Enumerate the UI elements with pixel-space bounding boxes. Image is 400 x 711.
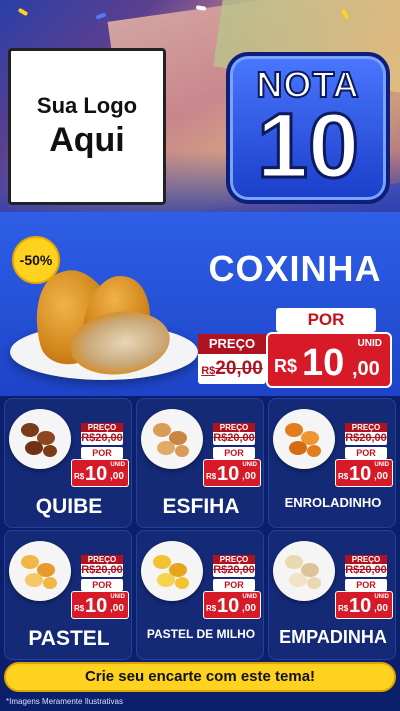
price-decimal: ,00: [242, 471, 256, 482]
confetti-icon: [95, 12, 107, 20]
product-card[interactable]: PREÇO R$20,00 POR UNID R$ 10 ,00 EMPADIN…: [268, 530, 396, 660]
currency-symbol: R$: [206, 472, 217, 481]
cta-banner[interactable]: Crie seu encarte com este tema!: [4, 662, 396, 692]
old-price: R$20,00: [345, 564, 387, 576]
price-tag: UNID R$ 10 ,00: [203, 459, 261, 487]
preco-label: PREÇO: [81, 555, 123, 564]
old-price-box: PREÇO R$20,00: [345, 423, 387, 445]
price-integer: 10: [217, 463, 240, 485]
old-price-box: PREÇO R$20,00: [213, 555, 255, 577]
price-integer: 10: [349, 595, 372, 617]
por-label: POR: [276, 308, 376, 332]
currency-symbol: R$: [206, 604, 217, 613]
unid-label: UNID: [242, 462, 257, 468]
logo-line-1: Sua Logo: [36, 93, 138, 118]
main-price-tag: UNID R$ 10 ,00: [266, 332, 392, 388]
por-label: POR: [345, 447, 387, 459]
product-name: ESFIHA: [162, 495, 240, 518]
pastel-icon: [9, 541, 71, 601]
confetti-icon: [17, 7, 29, 17]
product-card[interactable]: PREÇO R$20,00 POR UNID R$ 10 ,00 PASTEL …: [136, 530, 264, 660]
badge-number: 10: [255, 95, 360, 197]
currency-symbol: R$: [338, 604, 349, 613]
por-label: POR: [345, 579, 387, 591]
old-price-box: PREÇO R$20,00: [345, 555, 387, 577]
logo-line-2: Aqui: [49, 121, 125, 159]
old-price-box: PREÇO R$20,00: [81, 555, 123, 577]
quibe-icon: [9, 409, 71, 469]
unid-label: UNID: [110, 462, 125, 468]
por-label: POR: [81, 447, 123, 459]
discount-badge: -50%: [12, 236, 60, 284]
old-price: R$20,00: [213, 432, 255, 444]
preco-label: PREÇO: [345, 423, 387, 432]
esfiha-icon: [141, 409, 203, 469]
nota-10-badge: NOTA 10: [226, 52, 390, 204]
price-tag: UNID R$ 10 ,00: [71, 459, 129, 487]
preco-label: PREÇO: [198, 334, 266, 354]
preco-label: PREÇO: [213, 555, 255, 564]
preco-label: PREÇO: [81, 423, 123, 432]
pastel-de-milho-icon: [141, 541, 203, 601]
price-integer: 10: [85, 463, 108, 485]
old-price: R$20,00: [345, 432, 387, 444]
unid-label: UNID: [357, 338, 382, 349]
main-offer-panel: -50% COXINHA POR PREÇO R$20,00 UNID R$ 1…: [0, 212, 400, 396]
disclaimer-text: *Imagens Meramente Ilustrativas: [6, 697, 123, 706]
price-decimal: ,00: [110, 471, 124, 482]
por-label: POR: [213, 579, 255, 591]
price-decimal: ,00: [374, 471, 388, 482]
old-price-box: PREÇO R$20,00: [198, 334, 266, 384]
price-tag: UNID R$ 10 ,00: [203, 591, 261, 619]
price-integer: 10: [85, 595, 108, 617]
product-name: PASTEL DE MILHO: [146, 627, 256, 641]
preco-label: PREÇO: [345, 555, 387, 564]
empadinha-icon: [273, 541, 335, 601]
product-name: EMPADINHA: [279, 627, 387, 647]
unid-label: UNID: [374, 594, 389, 600]
por-label: POR: [213, 447, 255, 459]
product-card[interactable]: PREÇO R$20,00 POR UNID R$ 10 ,00 ESFIHA: [136, 398, 264, 528]
product-card[interactable]: PREÇO R$20,00 POR UNID R$ 10 ,00 QUIBE: [4, 398, 132, 528]
price-decimal: ,00: [374, 603, 388, 614]
product-card[interactable]: PREÇO R$20,00 POR UNID R$ 10 ,00 ENROLAD…: [268, 398, 396, 528]
old-price-box: PREÇO R$20,00: [213, 423, 255, 445]
currency-symbol: R$: [74, 604, 85, 613]
currency-symbol: R$: [274, 356, 298, 376]
product-name: ENROLADINHO: [284, 495, 382, 510]
price-tag: UNID R$ 10 ,00: [71, 591, 129, 619]
price-decimal: ,00: [110, 603, 124, 614]
old-price: R$20,00: [81, 432, 123, 444]
product-name: PASTEL: [28, 627, 110, 650]
price-decimal: ,00: [352, 358, 380, 380]
logo-placeholder[interactable]: Sua Logo Aqui: [8, 48, 166, 205]
price-integer: 10: [217, 595, 240, 617]
currency-symbol: R$: [338, 472, 349, 481]
header-banner: Sua Logo Aqui NOTA 10: [0, 0, 400, 212]
old-price: R$20,00: [213, 564, 255, 576]
price-integer: 10: [349, 463, 372, 485]
old-price: R$20,00: [201, 358, 263, 379]
product-name: QUIBE: [35, 495, 103, 518]
price-decimal: ,00: [242, 603, 256, 614]
main-product-title: COXINHA: [208, 248, 382, 289]
price-tag: UNID R$ 10 ,00: [335, 591, 393, 619]
enroladinho-icon: [273, 409, 335, 469]
old-price: R$20,00: [81, 564, 123, 576]
price-integer: 10: [302, 342, 345, 384]
unid-label: UNID: [110, 594, 125, 600]
product-card[interactable]: PREÇO R$20,00 POR UNID R$ 10 ,00 PASTEL: [4, 530, 132, 660]
unid-label: UNID: [374, 462, 389, 468]
currency-symbol: R$: [74, 472, 85, 481]
por-label: POR: [81, 579, 123, 591]
unid-label: UNID: [242, 594, 257, 600]
old-price-box: PREÇO R$20,00: [81, 423, 123, 445]
preco-label: PREÇO: [213, 423, 255, 432]
price-tag: UNID R$ 10 ,00: [335, 459, 393, 487]
